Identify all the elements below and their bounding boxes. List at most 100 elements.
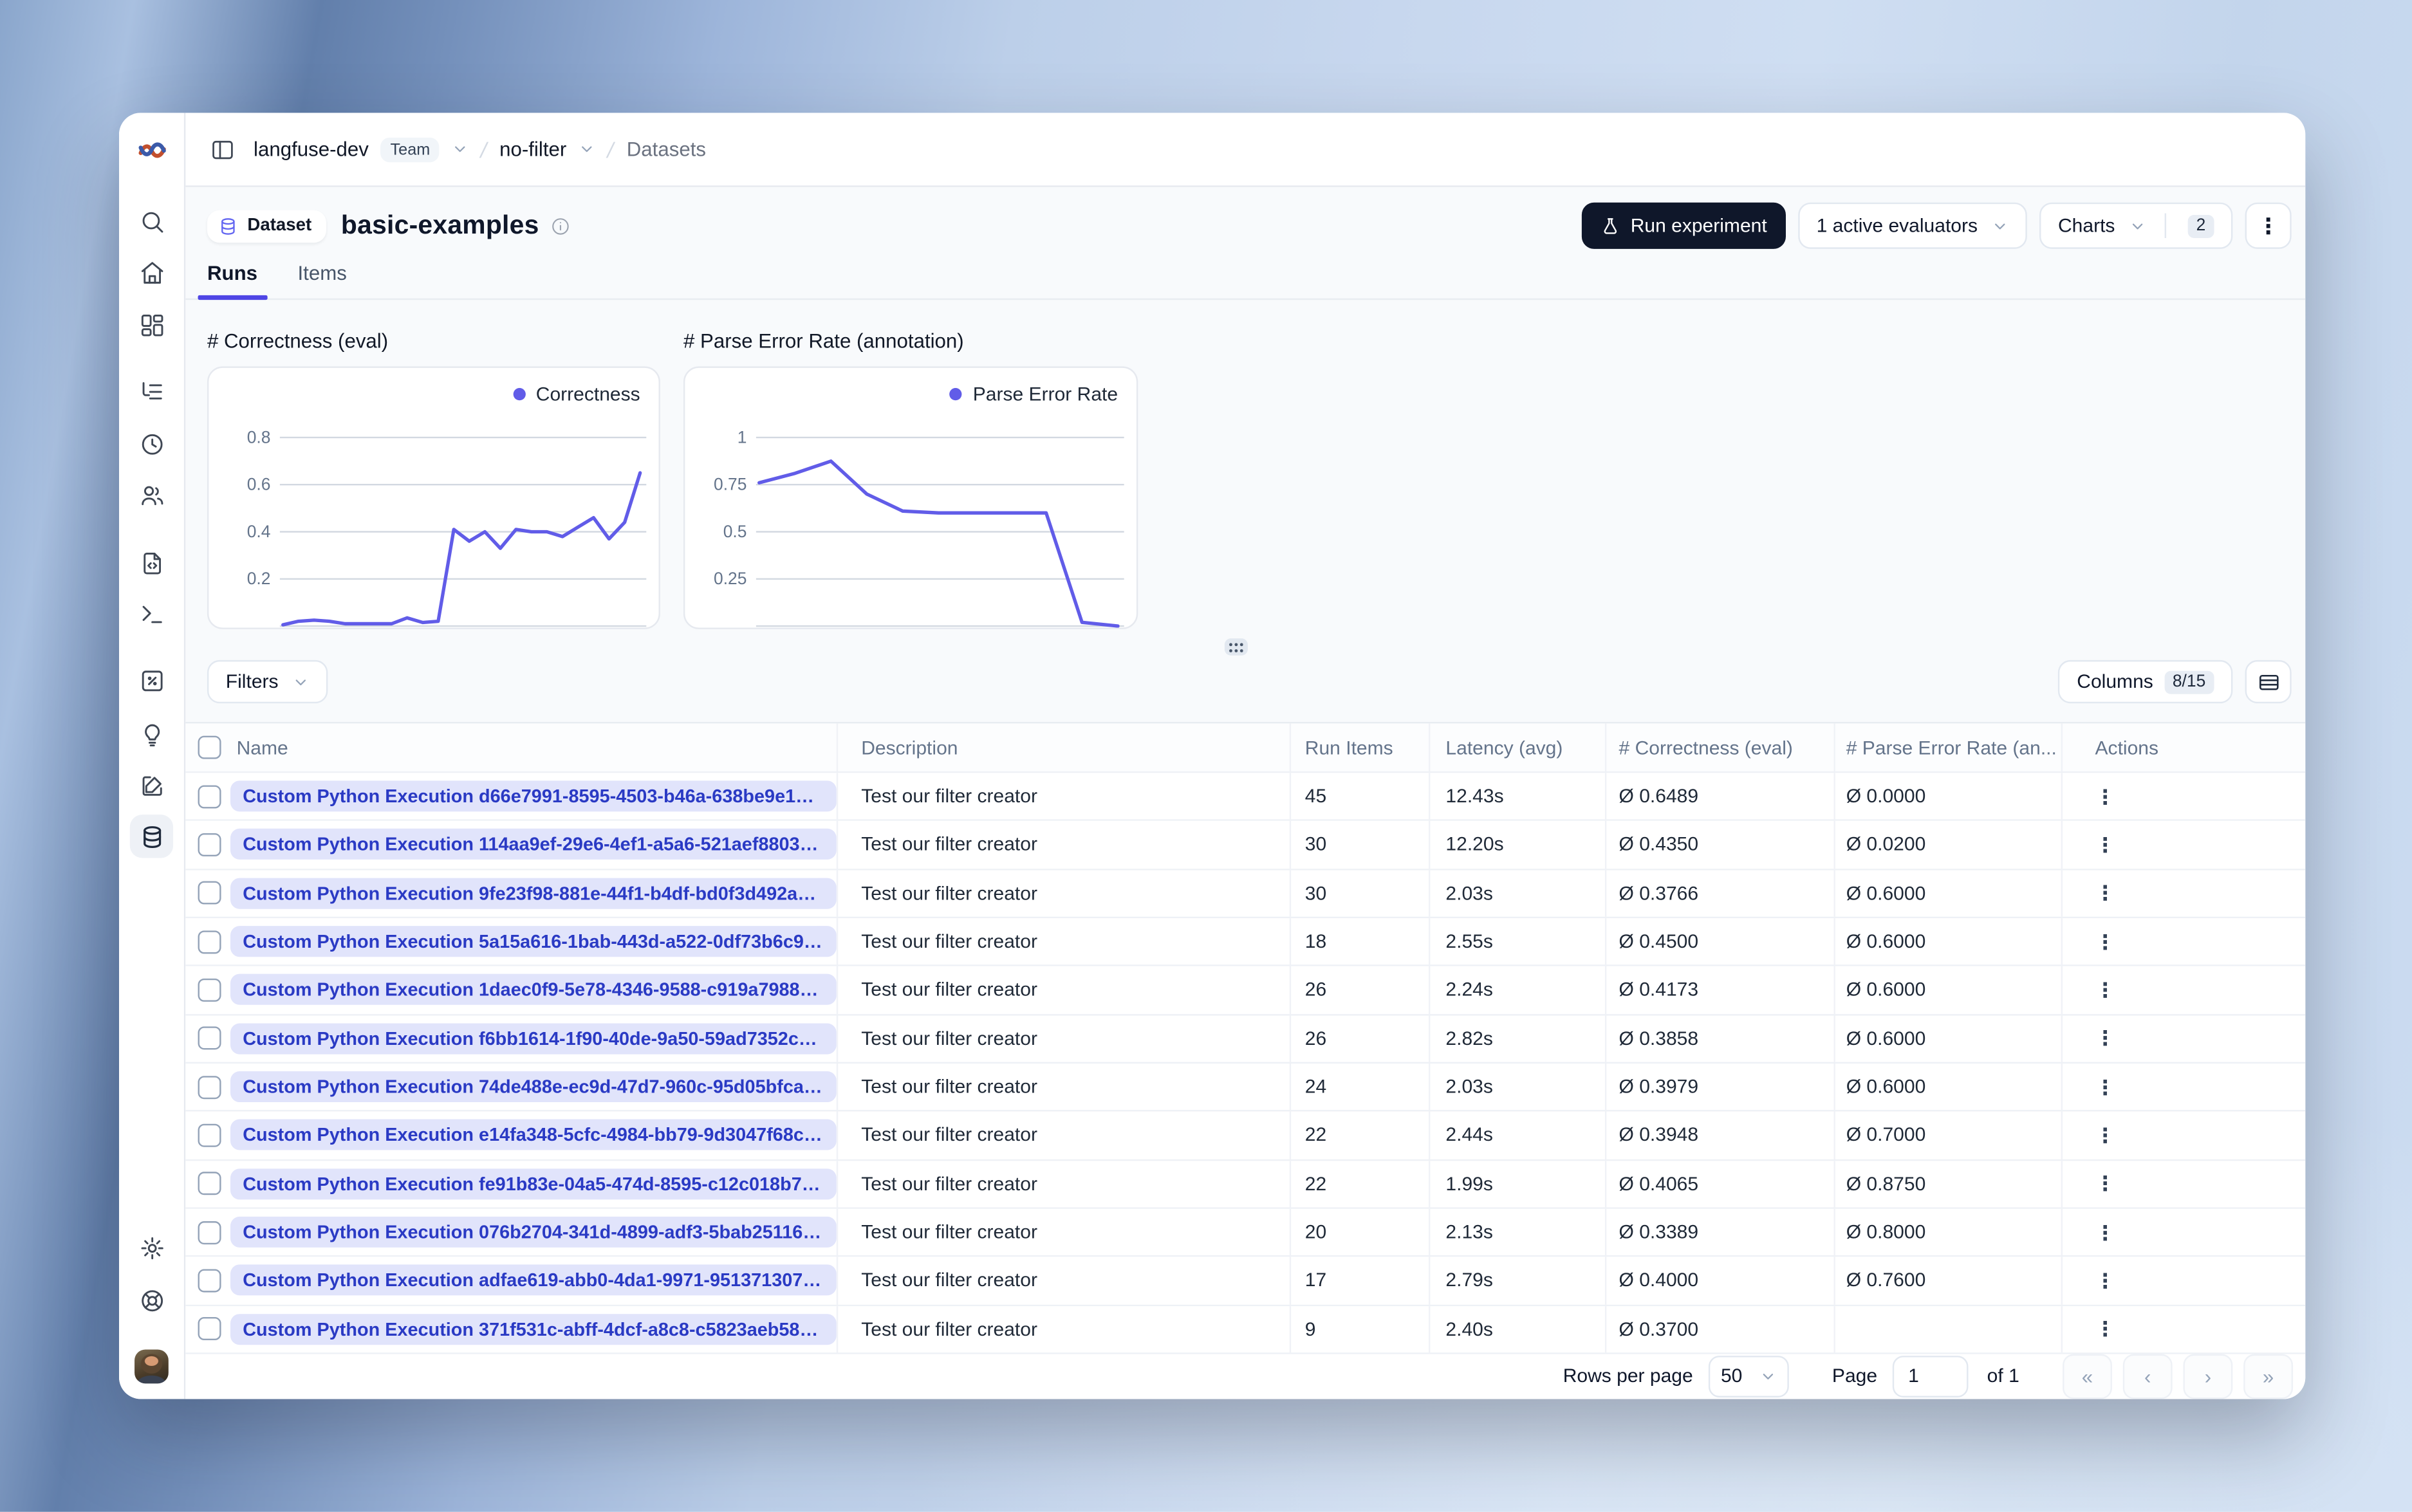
run-name-link[interactable]: Custom Python Execution adfae619-abb0-4d… <box>230 1265 837 1296</box>
sidebar-toggle-icon[interactable] <box>210 137 235 161</box>
home-icon[interactable] <box>130 250 173 293</box>
first-page-button[interactable]: « <box>2063 1354 2112 1399</box>
row-actions-menu-button[interactable]: ⋮ <box>2095 980 2115 1000</box>
insights-icon[interactable] <box>130 713 173 756</box>
column-header-corr[interactable]: # Correctness (eval) <box>1606 723 1835 771</box>
run-name-link[interactable]: Custom Python Execution 1daec0f9-5e78-43… <box>230 974 837 1006</box>
row-checkbox[interactable] <box>198 978 221 1002</box>
settings-icon[interactable] <box>130 1226 173 1269</box>
run-items-count: 22 <box>1291 1112 1431 1159</box>
evaluation-icon[interactable] <box>130 659 173 702</box>
page-header: Dataset basic-examples Run experiment 1 … <box>207 202 2292 249</box>
datasets-icon[interactable] <box>129 815 174 858</box>
run-name-link[interactable]: Custom Python Execution fe91b83e-04a5-47… <box>230 1168 837 1199</box>
row-checkbox[interactable] <box>198 784 221 808</box>
splitter-drag-handle[interactable] <box>1224 638 1248 656</box>
row-actions-menu-button[interactable]: ⋮ <box>2095 834 2115 854</box>
row-actions-menu-button[interactable]: ⋮ <box>2095 1174 2115 1194</box>
run-name-link[interactable]: Custom Python Execution 371f531c-abff-4d… <box>230 1313 837 1345</box>
row-checkbox[interactable] <box>198 833 221 857</box>
user-avatar[interactable] <box>135 1349 169 1384</box>
run-name-link[interactable]: Custom Python Execution 114aa9ef-29e6-4e… <box>230 829 837 861</box>
row-actions-menu-button[interactable]: ⋮ <box>2095 1271 2115 1291</box>
row-actions-cell: ⋮ <box>2063 1160 2305 1207</box>
row-actions-menu-button[interactable]: ⋮ <box>2095 1028 2115 1048</box>
columns-button[interactable]: Columns 8/15 <box>2058 659 2233 704</box>
row-actions-menu-button[interactable]: ⋮ <box>2095 932 2115 952</box>
run-name-link[interactable]: Custom Python Execution d66e7991-8595-45… <box>230 780 837 812</box>
row-select-cell <box>185 1064 225 1111</box>
row-actions-menu-button[interactable]: ⋮ <box>2095 883 2115 903</box>
row-select-cell <box>185 918 225 965</box>
charts-toggle-button[interactable]: Charts 2 <box>2039 202 2233 249</box>
breadcrumb-section[interactable]: Datasets <box>627 138 706 161</box>
row-checkbox[interactable] <box>198 1221 221 1244</box>
run-name-cell: Custom Python Execution 114aa9ef-29e6-4e… <box>226 821 839 869</box>
row-checkbox[interactable] <box>198 1172 221 1195</box>
sessions-icon[interactable] <box>130 422 173 465</box>
run-name-link[interactable]: Custom Python Execution f6bb1614-1f90-40… <box>230 1023 837 1055</box>
breadcrumb-org[interactable]: langfuse-dev <box>254 138 369 161</box>
row-actions-menu-button[interactable]: ⋮ <box>2095 1077 2115 1097</box>
row-select-cell <box>185 1160 225 1207</box>
run-latency: 2.79s <box>1430 1257 1607 1304</box>
column-header-run[interactable]: Run Items <box>1291 723 1431 771</box>
column-header-parse[interactable]: # Parse Error Rate (an... <box>1835 723 2063 771</box>
row-actions-menu-button[interactable]: ⋮ <box>2095 1222 2115 1242</box>
next-page-button[interactable]: › <box>2183 1354 2233 1399</box>
row-checkbox[interactable] <box>198 1027 221 1051</box>
filters-button[interactable]: Filters <box>207 659 328 704</box>
column-header-lat[interactable]: Latency (avg) <box>1430 723 1607 771</box>
project-switcher-chevron-icon[interactable] <box>579 141 596 158</box>
tab-runs[interactable]: Runs <box>198 261 266 300</box>
rows-per-page-select[interactable]: 50 <box>1708 1355 1789 1397</box>
playground-icon[interactable] <box>130 592 173 635</box>
tracing-icon[interactable] <box>130 369 173 412</box>
run-name-link[interactable]: Custom Python Execution 9fe23f98-881e-44… <box>230 878 837 909</box>
run-name-link[interactable]: Custom Python Execution 5a15a616-1bab-44… <box>230 926 837 957</box>
run-description: Test our filter creator <box>838 1305 1292 1353</box>
row-checkbox[interactable] <box>198 881 221 905</box>
row-actions-menu-button[interactable]: ⋮ <box>2095 786 2115 806</box>
row-actions-menu-button[interactable]: ⋮ <box>2095 1125 2115 1145</box>
column-header-desc[interactable]: Description <box>838 723 1292 771</box>
run-name-link[interactable]: Custom Python Execution 076b2704-341d-48… <box>230 1217 837 1248</box>
tab-items[interactable]: Items <box>298 261 347 299</box>
column-header-name[interactable]: Name <box>226 723 839 771</box>
org-switcher-chevron-icon[interactable] <box>452 141 468 158</box>
info-icon[interactable] <box>550 216 570 235</box>
run-correctness-avg: Ø 0.4000 <box>1606 1257 1835 1304</box>
row-checkbox[interactable] <box>198 1123 221 1147</box>
more-actions-button[interactable]: ⋮ <box>2245 202 2292 249</box>
users-icon[interactable] <box>130 473 173 516</box>
run-name-link[interactable]: Custom Python Execution 74de488e-ec9d-47… <box>230 1071 837 1103</box>
run-experiment-button[interactable]: Run experiment <box>1581 202 1786 249</box>
active-evaluators-dropdown[interactable]: 1 active evaluators <box>1797 202 2027 249</box>
chevron-down-icon <box>1763 1373 1773 1379</box>
row-select-cell <box>185 1257 225 1304</box>
run-parse-error-avg: Ø 0.6000 <box>1835 966 2063 1014</box>
row-checkbox[interactable] <box>198 930 221 954</box>
svg-text:0.4: 0.4 <box>247 522 271 541</box>
row-actions-menu-button[interactable]: ⋮ <box>2095 1319 2115 1339</box>
dashboards-icon[interactable] <box>130 303 173 346</box>
row-checkbox[interactable] <box>198 1317 221 1341</box>
run-correctness-avg: Ø 0.3700 <box>1606 1305 1835 1353</box>
row-checkbox[interactable] <box>198 1269 221 1293</box>
breadcrumb-project[interactable]: no-filter <box>499 138 566 161</box>
row-checkbox[interactable] <box>198 1075 221 1099</box>
annotation-icon[interactable] <box>130 764 173 807</box>
support-icon[interactable] <box>130 1278 173 1322</box>
column-header-act[interactable]: Actions <box>2063 723 2305 771</box>
langfuse-logo-icon[interactable] <box>136 134 167 165</box>
prev-page-button[interactable]: ‹ <box>2122 1354 2173 1399</box>
prompts-icon[interactable] <box>130 541 173 584</box>
row-actions-cell: ⋮ <box>2063 966 2305 1013</box>
last-page-button[interactable]: » <box>2243 1354 2294 1399</box>
search-icon[interactable] <box>130 199 173 243</box>
row-height-button[interactable] <box>2245 659 2292 704</box>
select-all-checkbox[interactable] <box>198 735 221 759</box>
rows-per-page-label: Rows per page <box>1563 1365 1693 1388</box>
run-name-link[interactable]: Custom Python Execution e14fa348-5cfc-49… <box>230 1120 837 1151</box>
page-number-input[interactable]: 1 <box>1893 1355 1969 1397</box>
